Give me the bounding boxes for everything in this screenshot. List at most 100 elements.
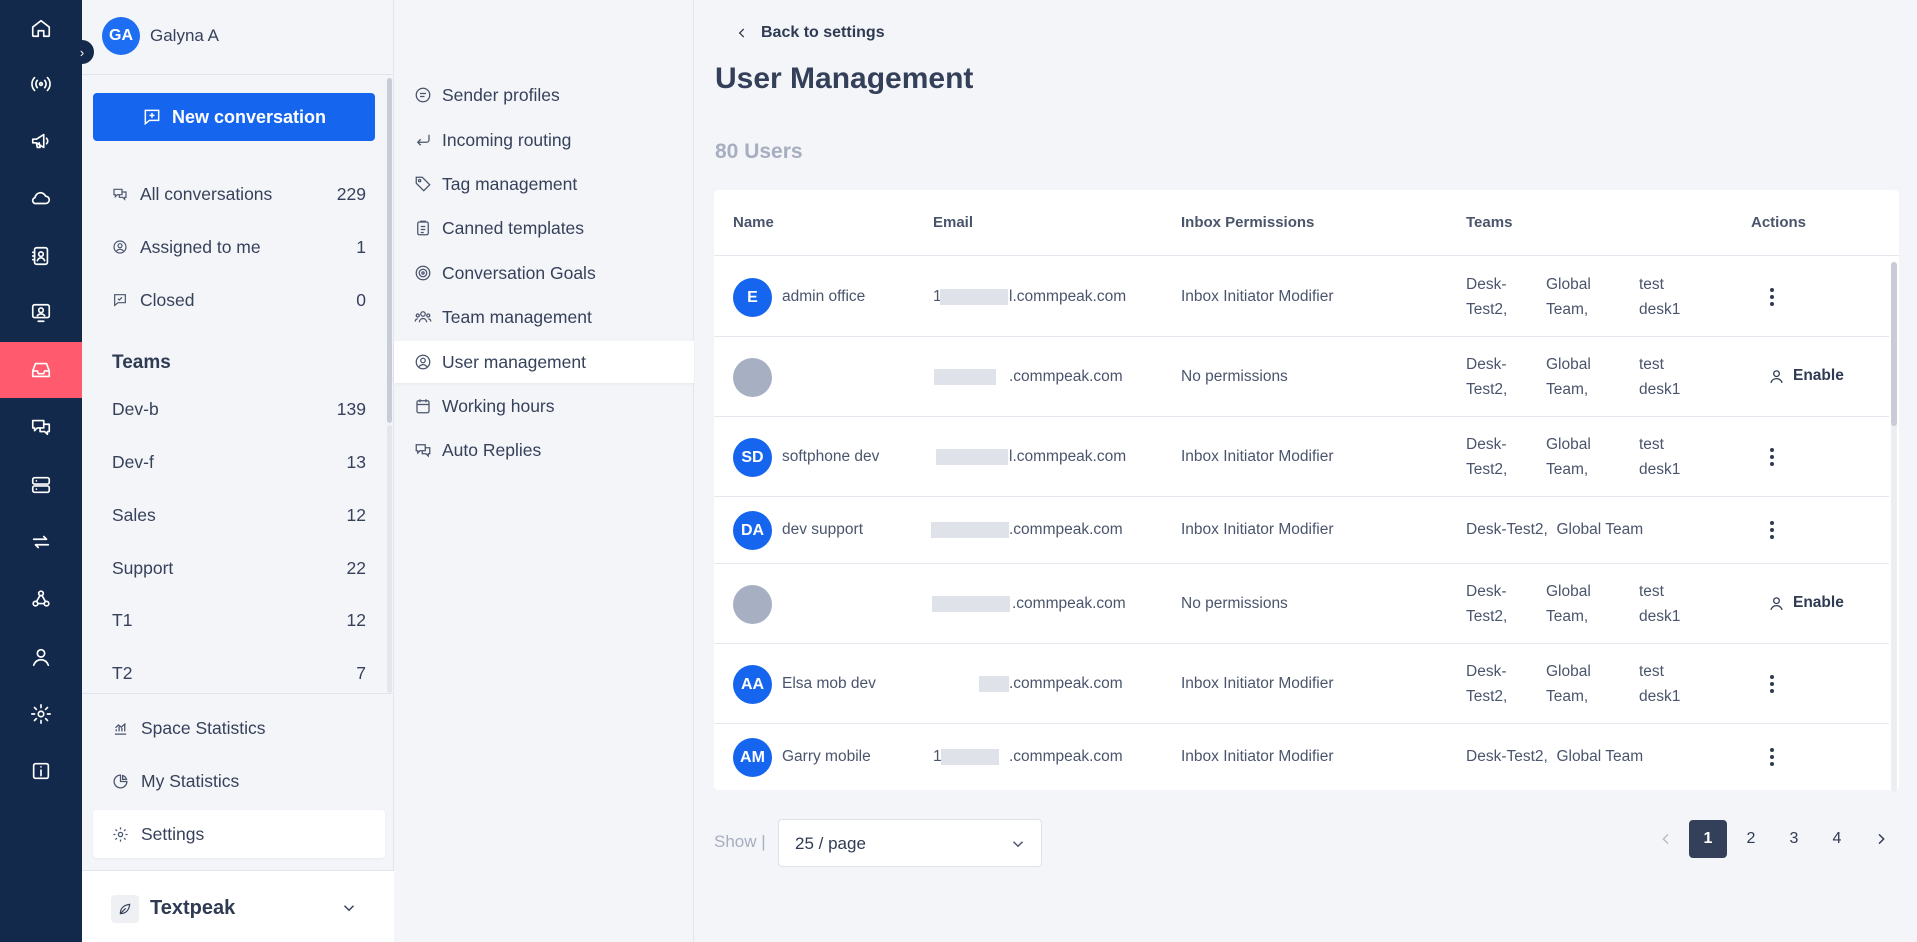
team-tag: Desk-: [1466, 356, 1507, 373]
space-statistics-link[interactable]: Space Statistics: [112, 711, 372, 745]
column-header-teams[interactable]: Teams: [1466, 214, 1512, 231]
inbox-icon: [31, 362, 51, 378]
next-page-button[interactable]: [1869, 820, 1893, 858]
team-item[interactable]: Sales 12: [112, 500, 366, 530]
team-tag: desk1: [1639, 688, 1681, 705]
team-tag: desk1: [1639, 461, 1681, 478]
team-item[interactable]: T1 12: [112, 605, 366, 635]
table-row[interactable]: SD softphone dev l.commpeak.com Inbox In…: [714, 417, 1889, 497]
team-tag: desk1: [1639, 381, 1681, 398]
settings-working-hours[interactable]: Working hours: [394, 385, 694, 427]
space-selector[interactable]: Textpeak: [82, 870, 394, 942]
user-email: .commpeak.com: [1009, 748, 1123, 765]
chevron-down-icon: [1012, 841, 1024, 848]
back-to-settings-link[interactable]: Back to settings: [735, 24, 885, 42]
nav-assigned-to-me[interactable]: Assigned to me 1: [112, 231, 366, 263]
page-size-select[interactable]: 25 / page: [778, 819, 1042, 867]
table-row[interactable]: AM Garry mobile 1 .commpeak.com Inbox In…: [714, 724, 1889, 790]
settings-conversation-goals[interactable]: Conversation Goals: [394, 252, 694, 294]
row-actions-menu[interactable]: [1762, 518, 1782, 542]
user-teams: Desk-Test2, Global Team: [1466, 521, 1644, 538]
team-label: Sales: [112, 504, 156, 525]
team-tag: test: [1639, 583, 1664, 600]
row-actions-menu[interactable]: [1762, 285, 1782, 309]
table-scrollbar[interactable]: [1891, 262, 1897, 426]
user-profile[interactable]: GA Galyna A: [102, 17, 219, 55]
rail-servers[interactable]: [0, 457, 82, 513]
user-avatar: SD: [733, 438, 772, 477]
settings-canned-templates[interactable]: Canned templates: [394, 207, 694, 249]
rail-broadcast[interactable]: [0, 56, 82, 112]
team-item[interactable]: T2 7: [112, 658, 366, 688]
page-2-button[interactable]: 2: [1732, 820, 1770, 858]
column-header-email[interactable]: Email: [933, 214, 973, 231]
table-row[interactable]: .commpeak.com No permissions Desk- Test2,…: [714, 337, 1889, 417]
rail-chats[interactable]: [0, 399, 82, 455]
nav-label: Assigned to me: [140, 236, 261, 257]
settings-team-management[interactable]: Team management: [394, 296, 694, 338]
user-avatar: [733, 358, 772, 397]
settings-sender-profiles[interactable]: Sender profiles: [394, 74, 694, 116]
team-item[interactable]: Dev-b 139: [112, 394, 366, 424]
page-3-button[interactable]: 3: [1775, 820, 1813, 858]
user-icon: [1770, 369, 1783, 383]
page-1-button[interactable]: 1: [1689, 820, 1727, 858]
rail-info[interactable]: [0, 743, 82, 799]
user-avatar: [733, 585, 772, 624]
rail-settings[interactable]: [0, 686, 82, 742]
rail-webhooks[interactable]: [0, 571, 82, 627]
user-name: Garry mobile: [782, 748, 871, 765]
user-name: Galyna A: [150, 26, 219, 45]
rail-inbox[interactable]: [0, 342, 82, 398]
sidebar-scroll-track[interactable]: [387, 425, 392, 693]
row-actions-menu[interactable]: [1762, 745, 1782, 769]
email-redaction: [931, 522, 1009, 538]
team-tag: Global: [1546, 356, 1591, 373]
table-row[interactable]: .commpeak.com No permissions Desk- Test2,…: [714, 564, 1889, 644]
settings-tag-management[interactable]: Tag management: [394, 163, 694, 205]
rail-profile[interactable]: [0, 629, 82, 685]
table-row[interactable]: AA Elsa mob dev .commpeak.com Inbox Init…: [714, 644, 1889, 724]
row-actions-menu[interactable]: [1762, 445, 1782, 469]
settings-link[interactable]: Settings: [112, 817, 372, 851]
table-row[interactable]: DA dev support .commpeak.com Inbox Initi…: [714, 497, 1889, 564]
page-4-button[interactable]: 4: [1818, 820, 1856, 858]
user-avatar: E: [733, 278, 772, 317]
rail-agents[interactable]: [0, 285, 82, 341]
table-row[interactable]: E admin office 1 l.commpeak.com Inbox In…: [714, 257, 1889, 337]
team-tag: Test2,: [1466, 461, 1508, 478]
chat-bubbles-icon: [113, 188, 127, 201]
enable-user-button[interactable]: Enable: [1768, 594, 1844, 612]
sync-arrows-icon: [32, 535, 50, 549]
settings-incoming-routing[interactable]: Incoming routing: [394, 119, 694, 161]
enable-user-button[interactable]: Enable: [1768, 367, 1844, 385]
column-header-name[interactable]: Name: [733, 214, 774, 231]
chevron-right-icon: [1878, 833, 1885, 845]
rail-contacts[interactable]: [0, 228, 82, 284]
team-count: 12: [346, 609, 366, 630]
nav-count: 1: [356, 236, 366, 257]
rail-campaigns[interactable]: [0, 113, 82, 169]
sender-profile-icon: [415, 87, 431, 103]
nav-closed[interactable]: Closed 0: [112, 284, 366, 316]
settings-auto-replies[interactable]: Auto Replies: [394, 429, 694, 471]
settings-menu: Sender profiles Incoming routing Tag man…: [394, 0, 694, 942]
column-header-permissions[interactable]: Inbox Permissions: [1181, 214, 1314, 231]
rail-sync[interactable]: [0, 514, 82, 570]
new-conversation-button[interactable]: New conversation: [93, 93, 375, 141]
row-actions-menu[interactable]: [1762, 672, 1782, 696]
pie-chart-icon: [113, 773, 128, 789]
team-item[interactable]: Support 22: [112, 553, 366, 583]
settings-user-management[interactable]: User management: [394, 341, 694, 383]
settings-item-label: Conversation Goals: [442, 262, 596, 283]
team-item[interactable]: Dev-f 13: [112, 447, 366, 477]
team-tag: Test2,: [1466, 608, 1508, 625]
my-statistics-link[interactable]: My Statistics: [112, 764, 372, 798]
team-tag: Team,: [1546, 381, 1589, 398]
prev-page-button[interactable]: [1654, 820, 1678, 858]
collapse-sidebar-button[interactable]: ›: [70, 40, 94, 64]
rail-cloud[interactable]: [0, 170, 82, 226]
sidebar-scrollbar[interactable]: [387, 78, 392, 423]
tag-icon: [415, 176, 431, 192]
nav-all-conversations[interactable]: All conversations 229: [112, 178, 366, 210]
